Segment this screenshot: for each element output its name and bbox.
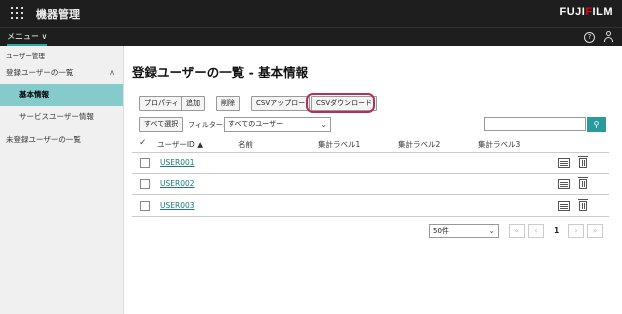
chevron-down-icon: ⌄ [488, 226, 495, 235]
filter-select[interactable]: すべてのユーザー ⌄ [224, 117, 331, 132]
sidebar-header: ユーザー管理 [6, 52, 45, 60]
table-row: USER002 [132, 174, 609, 195]
menu-bar: メニュー ∨ ? [0, 27, 622, 46]
trash-icon[interactable] [578, 199, 588, 212]
sidebar-item-label: 基本情報 [19, 90, 49, 99]
main-content: 登録ユーザーの一覧 - 基本情報 プロパティ 追加 削除 CSVアップロー CS… [124, 46, 622, 314]
chevron-down-icon: ⌄ [320, 120, 327, 129]
per-page-value: 50件 [433, 227, 449, 235]
row-checkbox[interactable] [140, 179, 150, 189]
sidebar-item-unregistered-users[interactable]: 未登録ユーザーの一覧 [0, 129, 123, 151]
top-bar: 機器管理 FUJIFILM [0, 0, 622, 27]
row-checkbox[interactable] [140, 201, 150, 211]
sidebar-item-label: 登録ユーザーの一覧 [6, 68, 74, 77]
select-all-button[interactable]: すべて選択 [139, 117, 184, 132]
filter-label: フィルター: [188, 121, 226, 129]
page-title: 登録ユーザーの一覧 - 基本情報 [132, 65, 309, 80]
chevron-up-icon: ∧ [109, 68, 115, 77]
apps-grid-icon[interactable] [11, 7, 23, 19]
column-name[interactable]: 名前 [238, 139, 253, 150]
help-icon[interactable]: ? [584, 32, 595, 43]
search-button[interactable]: ⚲ [587, 117, 606, 132]
user-id-link[interactable]: USER003 [160, 201, 195, 210]
last-page-button[interactable]: » [587, 224, 603, 238]
sidebar-item-service-user-info[interactable]: サービスユーザー情報 [0, 106, 123, 128]
user-id-link[interactable]: USER001 [160, 158, 195, 167]
column-user-id[interactable]: ユーザーID ▲ [157, 139, 203, 150]
properties-button[interactable]: プロパティ [139, 96, 184, 111]
first-page-button[interactable]: « [509, 224, 525, 238]
table-row: USER003 [132, 196, 609, 217]
user-icon[interactable] [603, 31, 614, 43]
next-page-button[interactable]: › [568, 224, 584, 238]
sidebar-item-registered-users[interactable]: 登録ユーザーの一覧 ∧ [0, 62, 123, 84]
edit-icon[interactable] [558, 201, 570, 211]
app-title: 機器管理 [36, 8, 80, 21]
sidebar: ユーザー管理 登録ユーザーの一覧 ∧ 基本情報 サービスユーザー情報 未登録ユー… [0, 46, 124, 314]
menu-button[interactable]: メニュー ∨ [7, 31, 48, 46]
edit-icon[interactable] [558, 179, 570, 189]
edit-icon[interactable] [558, 158, 570, 168]
brand-logo: FUJIFILM [559, 6, 613, 18]
sidebar-item-basic-info[interactable]: 基本情報 [0, 84, 123, 106]
check-icon[interactable]: ✓ [139, 138, 147, 148]
filter-value: すべてのユーザー [228, 120, 284, 128]
add-button[interactable]: 追加 [181, 96, 205, 111]
per-page-select[interactable]: 50件 ⌄ [429, 224, 499, 238]
table-row: USER001 [132, 153, 609, 174]
table-header: ✓ ユーザーID ▲ 名前 集計ラベル1 集計ラベル2 集計ラベル3 [132, 136, 609, 153]
prev-page-button[interactable]: ‹ [528, 224, 544, 238]
row-checkbox[interactable] [140, 158, 150, 168]
column-label1[interactable]: 集計ラベル1 [318, 139, 360, 150]
sidebar-item-label: 未登録ユーザーの一覧 [6, 135, 81, 144]
delete-button[interactable]: 削除 [216, 96, 240, 111]
column-label2[interactable]: 集計ラベル2 [398, 139, 440, 150]
trash-icon[interactable] [578, 177, 588, 190]
search-input[interactable] [484, 117, 586, 131]
user-id-link[interactable]: USER002 [160, 179, 195, 188]
sidebar-item-label: サービスユーザー情報 [19, 112, 94, 121]
highlight-outline [306, 93, 375, 113]
column-label3[interactable]: 集計ラベル3 [478, 139, 520, 150]
trash-icon[interactable] [578, 156, 588, 169]
current-page[interactable]: 1 [554, 226, 559, 235]
csv-upload-button[interactable]: CSVアップロー [251, 96, 311, 111]
